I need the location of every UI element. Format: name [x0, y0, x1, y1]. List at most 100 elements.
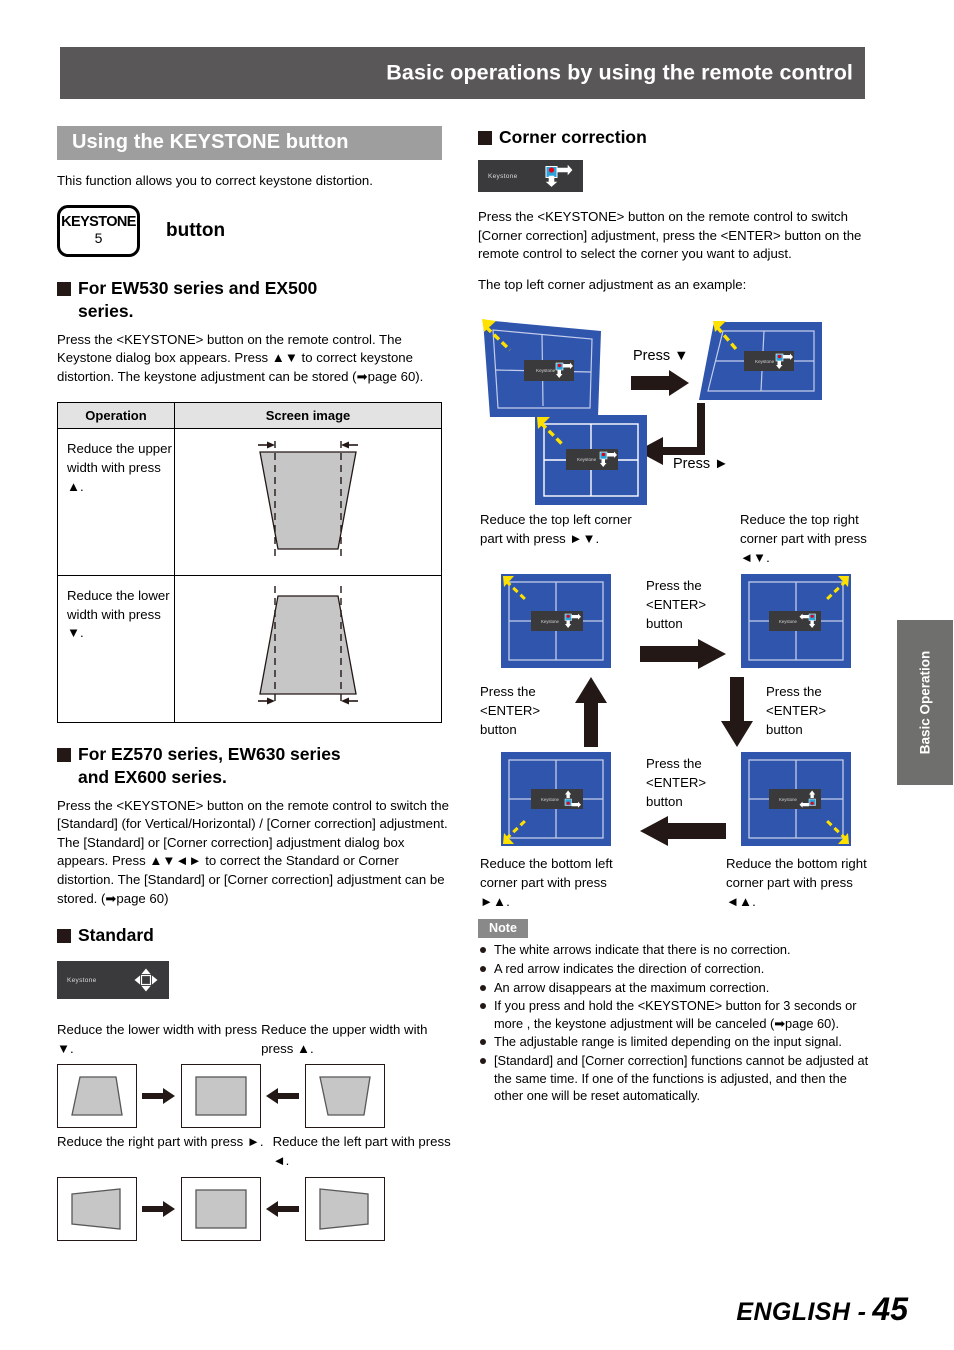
square-bullet-icon	[478, 131, 492, 145]
keystone-key-label: button	[166, 219, 226, 241]
page-title: Basic operations by using the remote con…	[386, 60, 853, 85]
page-footer: ENGLISH - 45	[736, 1291, 908, 1328]
svg-text:Keystone: Keystone	[779, 619, 798, 624]
heading-ez570-line2: and EX600 series.	[78, 766, 227, 787]
manual-page: Basic operations by using the remote con…	[0, 0, 954, 1350]
enter-label-bottom: Press the <ENTER> button	[646, 756, 707, 809]
note-item: The white arrows indicate that there is …	[478, 941, 878, 959]
press-down-label: Press ▼	[633, 348, 689, 365]
note-tag: Note	[478, 919, 528, 939]
screen-bottom-right-selected: Keystone	[741, 752, 851, 847]
arrow-right-thick-icon	[640, 639, 726, 670]
caption-reduce-lower-width: Reduce the lower width with press ▼.	[57, 1022, 258, 1056]
frame-upper-width	[305, 1064, 385, 1129]
frame-right-part	[57, 1176, 137, 1241]
heading-ew530-line1: For EW530 series and EX500	[78, 277, 318, 298]
arrow-left-2	[261, 1200, 305, 1218]
arrow-up-thick-icon	[575, 677, 607, 748]
square-bullet-icon	[57, 929, 71, 944]
enter-label-left: Press the <ENTER> button	[480, 684, 541, 737]
corner-osd-dialog: Keystone	[478, 160, 583, 192]
arrow-right-1	[137, 1087, 181, 1105]
frame-left-part	[305, 1176, 385, 1241]
arrow-left-thick-icon	[640, 816, 726, 847]
table-cell-image-2	[174, 574, 442, 723]
left-column: Using the KEYSTONE button This function …	[57, 126, 457, 1241]
square-bullet-icon	[57, 281, 71, 296]
trapezoid-narrow-bottom-icon	[258, 585, 358, 705]
svg-text:Keystone: Keystone	[755, 359, 775, 364]
caption-bottom-left-corner: Reduce the bottom left corner part with …	[480, 856, 613, 909]
caption-top-left-corner: Reduce the top left corner part with pre…	[480, 512, 632, 546]
osd-label: Keystone	[67, 976, 97, 984]
keystone-intro-text: This function allows you to correct keys…	[57, 173, 373, 188]
frame-corrected-1	[181, 1064, 261, 1129]
corner-body-text-1: Press the <KEYSTONE> button on the remot…	[478, 209, 862, 262]
svg-text:Keystone: Keystone	[541, 619, 560, 624]
arrow-left-icon	[266, 1200, 299, 1217]
screen-distorted-2: Keystone	[699, 321, 822, 401]
trapezoid-narrow-top-icon	[258, 441, 358, 560]
heading-corner-correction: Corner correction	[478, 126, 878, 149]
arrow-right-2	[137, 1200, 181, 1218]
ez570-body-text: Press the <KEYSTONE> button on the remot…	[57, 797, 449, 906]
trapezoid-narrow-left-small-icon	[319, 1187, 369, 1230]
trapezoid-narrow-top-small-icon	[71, 1076, 123, 1116]
corner-arrow-cluster-icon	[545, 165, 573, 187]
screen-top-right-selected: Keystone	[741, 574, 851, 669]
trapezoid-narrow-right-small-icon	[71, 1187, 121, 1230]
enter-label-right: Press the <ENTER> button	[766, 684, 827, 737]
table-row: Reduce the lower width with press ▼.	[57, 574, 442, 723]
enter-label-top: Press the <ENTER> button	[646, 578, 707, 631]
heading-ez570-line1: For EZ570 series, EW630 series	[78, 743, 341, 764]
corner-body-text-2: The top left corner adjustment as an exa…	[478, 276, 747, 292]
corner-flow-diagram: Keystone Press ▼ Keystone Keystone Press…	[478, 308, 878, 506]
arrow-right-icon	[142, 1200, 175, 1217]
heading-ez570: For EZ570 series, EW630 series and EX600…	[57, 743, 457, 789]
frame-corrected-2	[181, 1176, 261, 1241]
note-item: The adjustable range is limited dependin…	[478, 1033, 878, 1051]
right-column: Corner correction Keystone Press the <KE…	[478, 126, 878, 1105]
svg-text:Keystone: Keystone	[541, 797, 560, 802]
table-cell-operation-1: Reduce the upper width with press ▲.	[57, 428, 175, 576]
frame-lower-width	[57, 1064, 137, 1129]
arrow-right-icon	[142, 1088, 175, 1105]
standard-captions-top: Reduce the lower width with press ▼. Red…	[57, 1021, 457, 1058]
standard-osd-dialog: Keystone	[57, 961, 169, 1000]
standard-row-horizontal	[57, 1176, 457, 1241]
screen-top-left-selected: Keystone	[501, 574, 611, 669]
caption-top-right-corner: Reduce the top right corner part with pr…	[740, 512, 867, 565]
heading-ew530-line2: series.	[78, 300, 134, 321]
screen-distorted-1: Keystone	[482, 319, 601, 418]
table-header-row: Operation Screen image	[57, 402, 442, 430]
svg-text:Keystone: Keystone	[536, 368, 556, 373]
table-cell-operation-2: Reduce the lower width with press ▼.	[57, 574, 175, 723]
ew530-body-text: Press the <KEYSTONE> button on the remot…	[57, 331, 424, 384]
heading-ew530: For EW530 series and EX500 series.	[57, 277, 457, 323]
rectangle-corrected-icon	[195, 1188, 247, 1229]
keystone-key-row: KEYSTONE 5 button	[57, 204, 457, 257]
arrow-left-icon	[266, 1088, 299, 1105]
heading-standard-label: Standard	[78, 925, 154, 946]
keystone-key-line1: KEYSTONE	[61, 214, 136, 231]
note-list: The white arrows indicate that there is …	[478, 941, 878, 1104]
osd-label: Keystone	[488, 172, 518, 180]
square-bullet-icon	[57, 747, 71, 762]
caption-bottom-right-corner: Reduce the bottom right corner part with…	[726, 856, 867, 909]
note-item: A red arrow indicates the direction of c…	[478, 960, 878, 978]
note-item: If you press and hold the <KEYSTONE> but…	[478, 997, 878, 1032]
side-tab-basic-operation: Basic Operation	[897, 620, 953, 785]
side-tab-label: Basic Operation	[917, 650, 933, 755]
caption-reduce-upper-width: Reduce the upper width with press ▲.	[261, 1022, 428, 1056]
footer-language: ENGLISH -	[736, 1298, 867, 1326]
svg-text:Keystone: Keystone	[577, 457, 597, 462]
standard-row-vertical	[57, 1064, 457, 1129]
heading-corner-correction-label: Corner correction	[499, 127, 647, 147]
table-row: Reduce the upper width with press ▲.	[57, 428, 442, 576]
keystone-button-glyph: KEYSTONE 5	[57, 204, 140, 257]
table-cell-image-1	[174, 428, 442, 576]
arrow-left-1	[261, 1087, 305, 1105]
caption-reduce-left-part: Reduce the left part with press ◄.	[272, 1134, 451, 1168]
note-item: An arrow disappears at the maximum corre…	[478, 979, 878, 997]
trapezoid-narrow-bottom-small-icon	[319, 1076, 371, 1116]
